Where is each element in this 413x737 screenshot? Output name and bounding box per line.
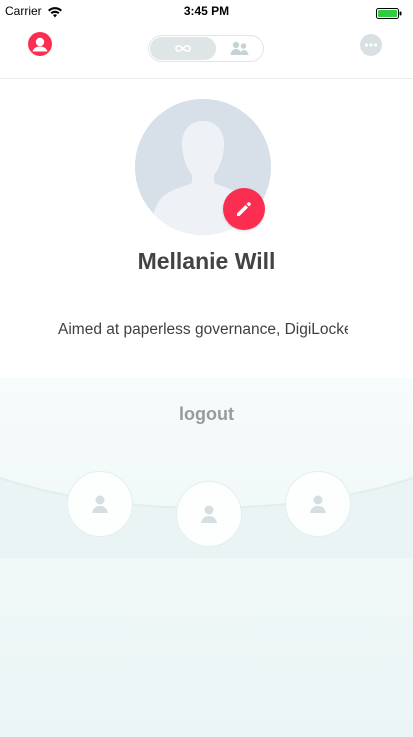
chat-button[interactable]: [358, 32, 384, 58]
clock-label: 3:45 PM: [183, 4, 230, 18]
user-icon: [310, 495, 326, 513]
edit-profile-button[interactable]: [223, 188, 265, 230]
profile-name: Mellanie Will: [137, 248, 276, 274]
pencil-icon: [237, 202, 251, 216]
profile-bio: Aimed at paperless governance, DigiLocke…: [58, 321, 348, 338]
friend-slot[interactable]: [285, 471, 351, 537]
infinity-icon: [175, 45, 191, 52]
group-icon: [230, 41, 249, 55]
friend-slot[interactable]: [67, 471, 133, 537]
status-bar: Carrier 3:45 PM: [0, 0, 413, 22]
segment-all[interactable]: [150, 37, 216, 60]
user-icon: [201, 505, 217, 523]
bottom-panel: logout: [0, 378, 413, 737]
user-icon: [92, 495, 108, 513]
top-nav-bar: [0, 22, 413, 79]
battery-icon: [376, 6, 402, 19]
profile-button[interactable]: [27, 31, 53, 57]
chat-bubble-icon: [360, 34, 382, 56]
segment-groups[interactable]: [219, 37, 261, 60]
logout-button[interactable]: logout: [0, 404, 413, 425]
view-mode-toggle[interactable]: [148, 35, 264, 62]
user-circle-icon: [28, 32, 52, 56]
friend-slot[interactable]: [176, 481, 242, 547]
